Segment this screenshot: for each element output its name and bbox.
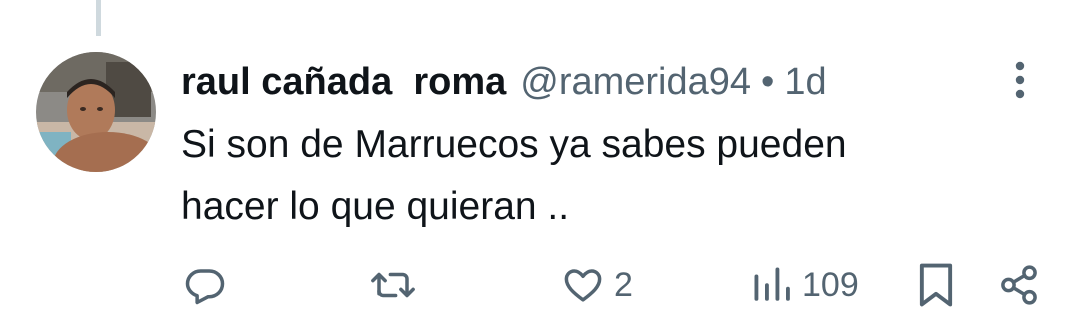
like-button[interactable]: 2 bbox=[562, 258, 633, 312]
bookmark-button[interactable] bbox=[916, 258, 956, 312]
retweet-button[interactable] bbox=[370, 258, 426, 312]
more-vertical-icon bbox=[1015, 61, 1025, 99]
views-button[interactable]: 109 bbox=[752, 258, 859, 312]
avatar-photo bbox=[36, 52, 156, 172]
retweet-icon bbox=[371, 272, 415, 298]
bookmark-icon bbox=[919, 263, 953, 307]
author-display-name[interactable]: raul cañada roma bbox=[181, 61, 506, 104]
reply-button[interactable] bbox=[184, 258, 236, 312]
share-button[interactable] bbox=[998, 258, 1040, 312]
tweet-timestamp[interactable]: 1d bbox=[784, 61, 826, 104]
more-options-button[interactable] bbox=[1000, 56, 1040, 104]
header-separator: • bbox=[761, 60, 775, 103]
tweet-text: Si son de Marruecos ya sabes pueden hace… bbox=[181, 123, 847, 228]
tweet-header: raul cañada roma @ramerida94 • 1d bbox=[181, 56, 827, 108]
heart-icon bbox=[564, 269, 602, 302]
like-count: 2 bbox=[614, 265, 633, 304]
avatar[interactable] bbox=[36, 52, 156, 172]
share-icon bbox=[1001, 265, 1037, 305]
author-handle[interactable]: @ramerida94 bbox=[520, 61, 751, 104]
views-count: 109 bbox=[802, 265, 859, 304]
thread-connector-line bbox=[96, 0, 101, 36]
views-icon bbox=[754, 267, 790, 301]
reply-icon bbox=[185, 269, 225, 305]
